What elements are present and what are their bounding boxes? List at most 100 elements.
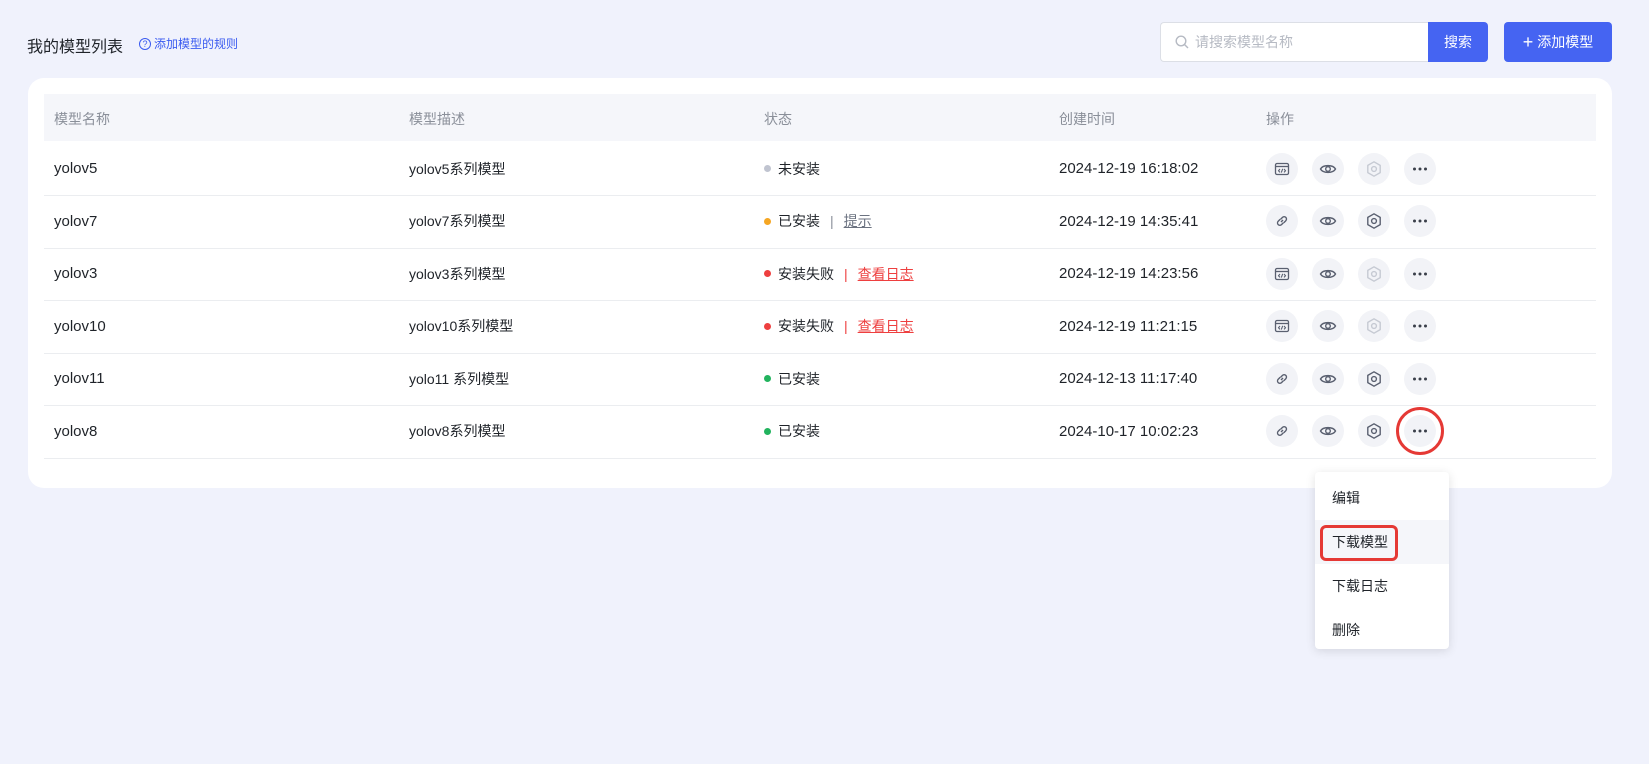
- model-desc: yolov3系列模型: [409, 265, 506, 282]
- table-row: yolov8 yolov8系列模型 已安装 2024-10-17 10:02:23: [44, 404, 1596, 459]
- more-button[interactable]: [1404, 205, 1436, 237]
- code-button[interactable]: [1266, 152, 1298, 185]
- menu-item-download-log[interactable]: 下载日志: [1315, 564, 1449, 608]
- model-status: 安装失败 | 查看日志: [764, 299, 914, 354]
- column-header-time: 创建时间: [1059, 111, 1115, 127]
- model-name: yolov11: [54, 370, 105, 387]
- column-header-desc: 模型描述: [409, 111, 465, 127]
- row-actions: [1266, 246, 1436, 301]
- table-header: 模型名称 模型描述 状态 创建时间 操作: [44, 94, 1596, 141]
- more-icon: [1411, 160, 1429, 178]
- row-actions: [1266, 194, 1436, 249]
- menu-item-label: 下载模型: [1332, 534, 1388, 550]
- rule-link-label: 添加模型的规则: [154, 37, 239, 51]
- settings-button[interactable]: [1358, 205, 1390, 237]
- code-window-icon: [1274, 318, 1290, 334]
- model-desc: yolo11 系列模型: [409, 370, 510, 387]
- created-time: 2024-10-17 10:02:23: [1059, 422, 1199, 440]
- settings-icon: [1365, 265, 1383, 283]
- status-text: 安装失败: [778, 318, 834, 334]
- search-box[interactable]: [1160, 22, 1428, 62]
- row-actions: [1266, 404, 1444, 459]
- status-dot: [764, 322, 771, 330]
- search-button[interactable]: 搜索: [1428, 22, 1488, 62]
- view-button[interactable]: [1312, 205, 1344, 237]
- link-icon: [1274, 371, 1290, 387]
- link-button[interactable]: [1266, 415, 1298, 447]
- link-button[interactable]: [1266, 205, 1298, 237]
- created-time: 2024-12-19 14:23:56: [1059, 265, 1199, 282]
- model-name: yolov10: [54, 317, 106, 335]
- settings-icon: [1365, 160, 1383, 178]
- page-title: 我的模型列表: [27, 39, 124, 56]
- settings-button[interactable]: [1358, 257, 1390, 290]
- more-icon: [1411, 370, 1429, 388]
- view-button[interactable]: [1312, 362, 1344, 395]
- model-name: yolov8: [54, 422, 98, 440]
- menu-item-label: 编辑: [1332, 490, 1360, 506]
- code-window-icon: [1274, 266, 1290, 282]
- table-row: yolov3 yolov3系列模型 安装失败 | 查看日志 2024-12-19 14:2…: [44, 246, 1596, 301]
- status-text: 未安装: [778, 160, 820, 177]
- column-header-name: 模型名称: [54, 111, 110, 127]
- search-icon: [1175, 35, 1189, 49]
- menu-item-delete[interactable]: 删除: [1315, 608, 1449, 652]
- view-button[interactable]: [1312, 257, 1344, 290]
- settings-button[interactable]: [1358, 415, 1390, 447]
- settings-button[interactable]: [1358, 310, 1390, 342]
- model-table-card: 模型名称 模型描述 状态 创建时间 操作 yolov5 yolov5系列模型 未安装…: [28, 78, 1612, 488]
- status-dot: [764, 375, 771, 382]
- menu-item-edit[interactable]: 编辑: [1315, 476, 1449, 520]
- status-dot: [764, 270, 771, 277]
- code-button[interactable]: [1266, 257, 1298, 290]
- menu-item-download-model[interactable]: 下载模型: [1315, 520, 1449, 564]
- model-name: yolov3: [54, 265, 98, 282]
- row-actions: [1266, 299, 1436, 354]
- more-button[interactable]: [1396, 407, 1444, 455]
- view-button[interactable]: [1312, 152, 1344, 185]
- code-button[interactable]: [1266, 310, 1298, 342]
- created-time: 2024-12-19 14:35:41: [1059, 212, 1199, 230]
- model-status: 已安装 | 提示: [764, 194, 872, 249]
- view-log-link[interactable]: 查看日志: [858, 264, 914, 284]
- link-button[interactable]: [1266, 362, 1298, 395]
- eye-icon: [1319, 370, 1337, 388]
- link-icon: [1274, 213, 1290, 229]
- column-header-actions: 操作: [1266, 111, 1294, 127]
- rule-link[interactable]: ? 添加模型的规则: [139, 35, 238, 52]
- eye-icon: [1319, 212, 1337, 230]
- settings-icon: [1365, 212, 1383, 230]
- top-bar: 我的模型列表 ? 添加模型的规则 搜索 + 添加模型: [0, 0, 1649, 78]
- status-separator: |: [844, 265, 848, 282]
- eye-icon: [1319, 160, 1337, 178]
- add-model-button[interactable]: + 添加模型: [1504, 22, 1612, 62]
- view-button[interactable]: [1312, 310, 1344, 342]
- status-text: 已安装: [778, 370, 820, 387]
- more-button[interactable]: [1404, 362, 1436, 395]
- settings-button[interactable]: [1358, 152, 1390, 185]
- more-button[interactable]: [1404, 257, 1436, 290]
- model-desc: yolov8系列模型: [409, 423, 506, 439]
- model-status: 安装失败 | 查看日志: [764, 246, 914, 301]
- row-actions: [1266, 351, 1436, 406]
- model-status: 已安装: [764, 351, 820, 406]
- view-log-link[interactable]: 查看日志: [858, 316, 914, 336]
- settings-icon: [1365, 422, 1383, 440]
- model-name: yolov5: [54, 160, 98, 177]
- model-desc: yolov7系列模型: [409, 213, 506, 229]
- model-status: 未安装: [764, 141, 820, 196]
- status-separator: |: [844, 318, 848, 334]
- more-button[interactable]: [1404, 152, 1436, 185]
- eye-icon: [1319, 317, 1337, 335]
- table-row: yolov10 yolov10系列模型 安装失败 | 查看日志 2024-12-19 11…: [44, 299, 1596, 354]
- view-button[interactable]: [1312, 415, 1344, 447]
- settings-icon: [1365, 370, 1383, 388]
- status-text: 已安装: [778, 423, 820, 439]
- search-input[interactable]: [1195, 34, 1415, 50]
- settings-button[interactable]: [1358, 362, 1390, 395]
- settings-icon: [1365, 317, 1383, 335]
- status-separator: |: [830, 213, 834, 229]
- hint-link[interactable]: 提示: [844, 211, 872, 231]
- eye-icon: [1319, 422, 1337, 440]
- more-button[interactable]: [1404, 310, 1436, 342]
